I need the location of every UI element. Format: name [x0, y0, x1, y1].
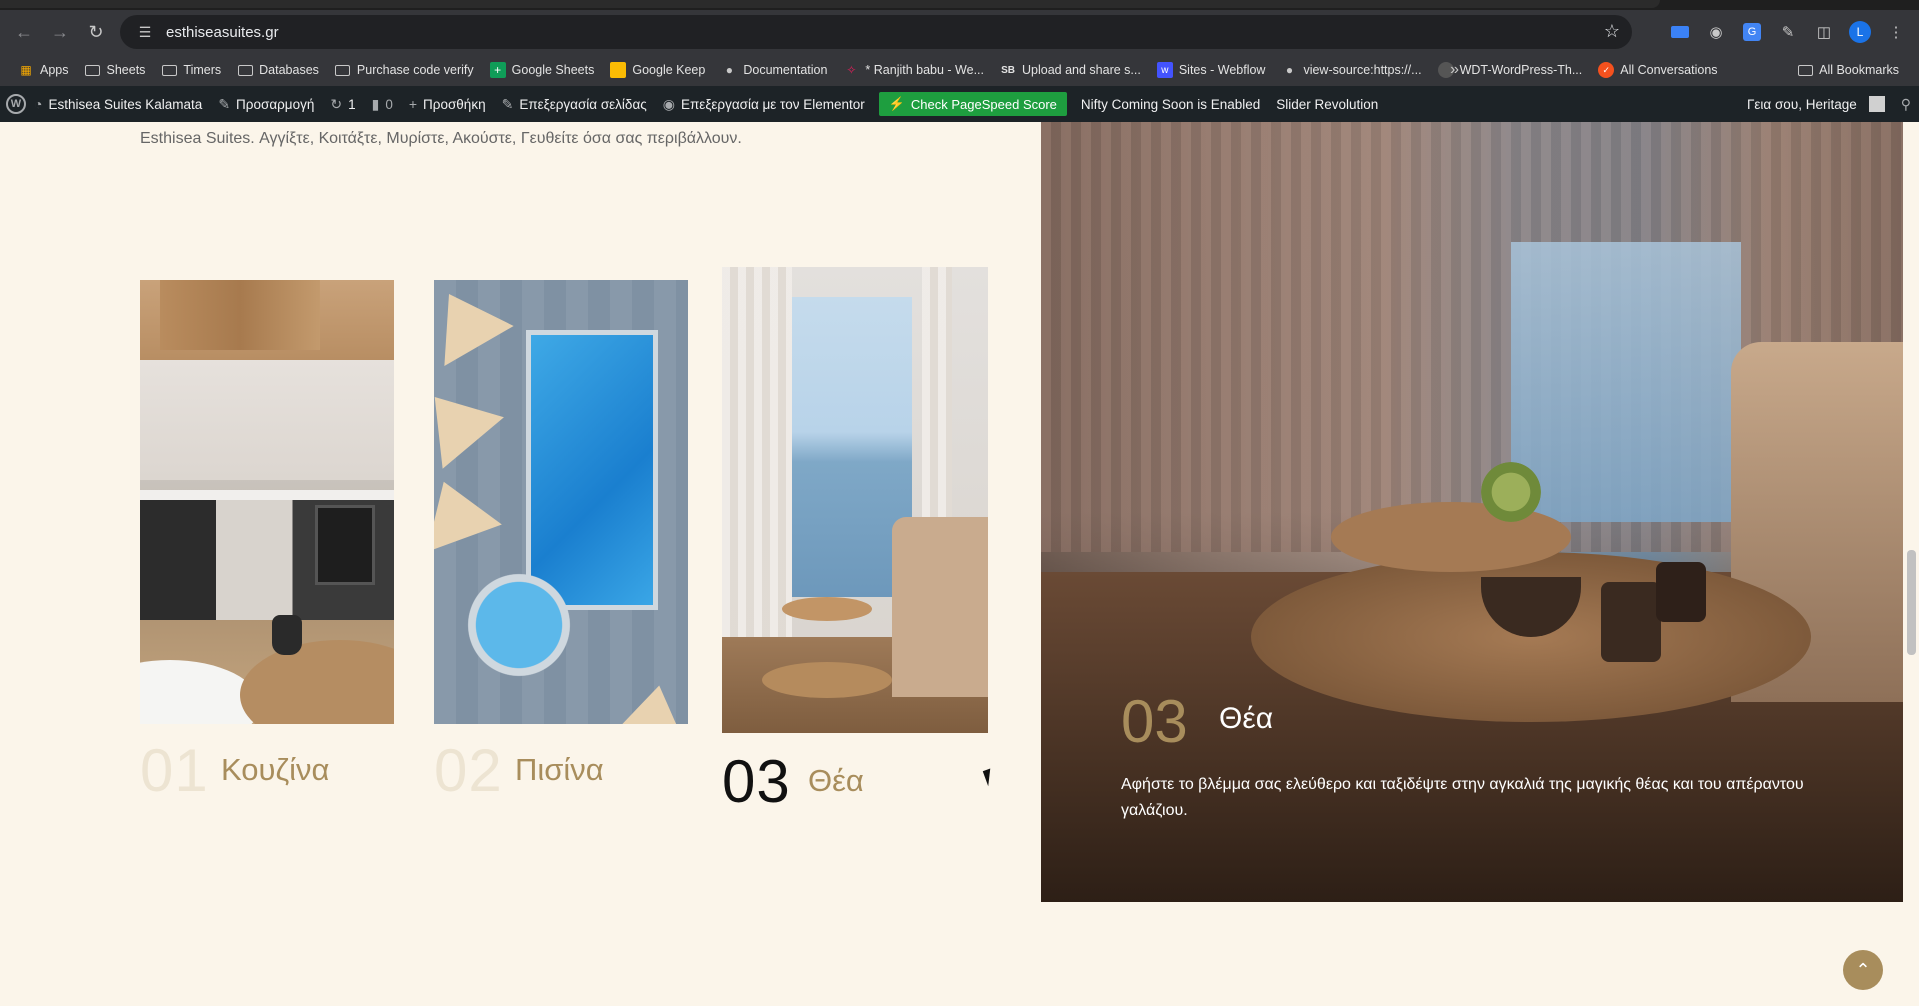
bookmark-documentation[interactable]: ● Documentation	[713, 56, 835, 84]
apps-grid-icon: ▦	[20, 63, 32, 77]
bookmark-star-icon[interactable]: ☆	[1604, 21, 1620, 42]
chevron-up-icon: ⌃	[1855, 959, 1871, 980]
side-panel-icon[interactable]: ◫	[1809, 17, 1839, 47]
reload-icon[interactable]: ↻	[78, 14, 114, 50]
camera-icon[interactable]: ◉	[1701, 17, 1731, 47]
kitchen-photo[interactable]	[140, 280, 394, 724]
browser-toolbar: ← → ↻ ☰ esthiseasuites.gr ☆ ◉ G ✎ ◫ L ⋮	[0, 10, 1919, 54]
pencil-icon: ✎	[501, 95, 514, 112]
translate-icon[interactable]: G	[1737, 17, 1767, 47]
pagespeed-button[interactable]: ⚡ Check PageSpeed Score	[878, 92, 1067, 116]
all-bookmarks[interactable]: All Bookmarks	[1789, 56, 1907, 84]
profile-avatar[interactable]: L	[1845, 17, 1875, 47]
more-bookmarks-chevron-icon[interactable]: »	[1450, 61, 1459, 79]
google-sheets-icon: +	[489, 62, 506, 78]
admin-comments[interactable]: ▮ 0	[364, 86, 401, 122]
lightning-icon: ⚡	[888, 96, 905, 111]
back-to-top-button[interactable]: ⌃	[1843, 950, 1883, 990]
extensions-puzzle-icon[interactable]: ✎	[1773, 17, 1803, 47]
updates-icon: ↻	[330, 95, 343, 112]
extension-icon[interactable]	[1665, 17, 1695, 47]
elementor-icon: ◉	[662, 95, 675, 112]
tab-strip	[0, 0, 1919, 10]
bookmark-timers[interactable]: Timers	[153, 56, 229, 84]
wp-admin-bar: W ◔ Esthisea Suites Kalamata ✎ Προσαρμογή …	[0, 86, 1919, 122]
scrollbar-thumb[interactable]	[1907, 550, 1916, 655]
bookmark-ranjith[interactable]: ✧ * Ranjith babu - We...	[835, 56, 992, 84]
admin-site-name[interactable]: ◔ Esthisea Suites Kalamata	[26, 86, 210, 122]
bookmark-sheets[interactable]: Sheets	[77, 56, 154, 84]
url-text[interactable]: esthiseasuites.gr	[166, 24, 279, 41]
user-avatar	[1868, 96, 1885, 112]
sb-icon: SB	[1001, 64, 1015, 76]
card-number: 01	[140, 737, 209, 804]
admin-nifty-coming-soon[interactable]: Nifty Coming Soon is Enabled	[1073, 86, 1268, 122]
intro-text: Esthisea Suites. Αγγίξτε, Κοιτάξτε, Μυρί…	[140, 130, 742, 147]
bookmark-webflow[interactable]: w Sites - Webflow	[1149, 56, 1274, 84]
folder-icon	[161, 62, 177, 78]
admin-edit-elementor[interactable]: ◉ Επεξεργασία με τον Elementor	[655, 86, 873, 122]
globe-icon: ●	[725, 63, 733, 77]
webflow-icon: w	[1156, 62, 1173, 78]
feature-number: 03	[1121, 688, 1188, 755]
forward-arrow-icon[interactable]: →	[42, 14, 78, 50]
chat-icon: ✓	[1598, 62, 1615, 78]
bookmark-google-keep[interactable]: Google Keep	[602, 56, 713, 84]
card-label[interactable]: Θέα	[808, 763, 864, 799]
bookmark-databases[interactable]: Databases	[229, 56, 327, 84]
folder-icon	[237, 62, 253, 78]
comment-icon: ▮	[371, 95, 380, 112]
bookmark-view-source[interactable]: ● view-source:https://...	[1273, 56, 1429, 84]
brush-icon: ✎	[218, 95, 231, 112]
bookmark-google-sheets[interactable]: + Google Sheets	[482, 56, 603, 84]
page-content: Esthisea Suites. Αγγίξτε, Κοιτάξτε, Μυρί…	[0, 122, 1905, 1006]
feature-panel: 03 Θέα Αφήστε το βλέμμα σας ελεύθερο και…	[1041, 122, 1903, 902]
admin-slider-revolution[interactable]: Slider Revolution	[1268, 86, 1386, 122]
card-number: 03	[722, 748, 791, 815]
site-info-icon[interactable]: ☰	[130, 24, 160, 41]
folder-icon	[335, 62, 351, 78]
google-keep-icon	[610, 62, 627, 78]
back-arrow-icon[interactable]: ←	[6, 14, 42, 50]
view-photo[interactable]	[722, 267, 988, 733]
browser-menu-icon[interactable]: ⋮	[1881, 17, 1911, 47]
wordpress-logo-icon[interactable]: W	[6, 94, 26, 114]
bookmark-purchase-code[interactable]: Purchase code verify	[327, 56, 482, 84]
bookmark-all-conversations[interactable]: ✓ All Conversations	[1590, 56, 1725, 84]
admin-account[interactable]: Γεια σου, Heritage	[1739, 86, 1893, 122]
plus-icon: +	[408, 96, 418, 112]
pool-photo[interactable]	[434, 280, 688, 724]
admin-new[interactable]: + Προσθήκη	[401, 86, 494, 122]
address-bar[interactable]: ☰ esthiseasuites.gr ☆	[120, 15, 1632, 49]
admin-updates[interactable]: ↻ 1	[322, 86, 363, 122]
folder-icon	[1797, 62, 1813, 78]
bookmarks-bar: ▦ Apps Sheets Timers Databases Purchase c…	[0, 54, 1919, 86]
slack-icon: ✧	[846, 63, 857, 77]
bookmark-upload-share[interactable]: SB Upload and share s...	[992, 56, 1149, 84]
feature-description: Αφήστε το βλέμμα σας ελεύθερο και ταξιδέ…	[1121, 776, 1804, 819]
card-number: 02	[434, 737, 503, 804]
admin-customize[interactable]: ✎ Προσαρμογή	[210, 86, 322, 122]
folder-icon	[85, 62, 101, 78]
admin-edit-page[interactable]: ✎ Επεξεργασία σελίδας	[494, 86, 655, 122]
globe-icon: ●	[1285, 63, 1294, 77]
card-label[interactable]: Κουζίνα	[221, 752, 329, 788]
feature-title: Θέα	[1219, 702, 1274, 735]
admin-search-icon[interactable]: ⚲	[1893, 86, 1919, 122]
dashboard-icon: ◔	[34, 96, 43, 112]
card-label[interactable]: Πισίνα	[515, 752, 604, 788]
bookmark-apps[interactable]: ▦ Apps	[10, 56, 77, 84]
